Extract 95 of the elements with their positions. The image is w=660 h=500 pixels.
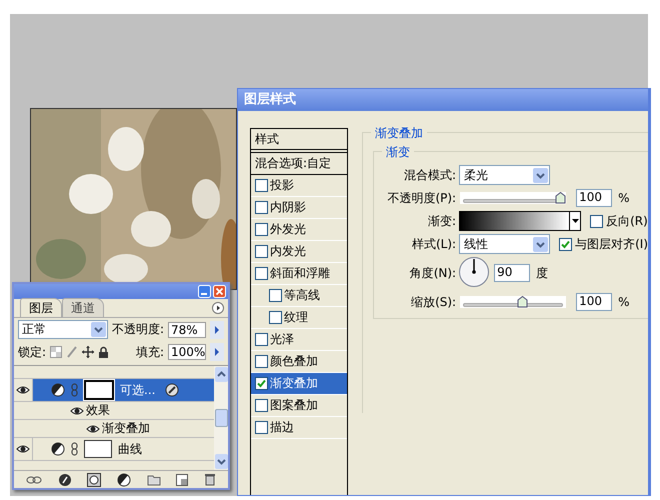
chain-icon xyxy=(71,383,78,397)
dropdown[interactable]: 柔光 xyxy=(459,165,550,185)
effect-name: 效果 xyxy=(86,402,110,419)
checkbox[interactable] xyxy=(255,333,268,346)
flyout-arrow-button[interactable] xyxy=(210,343,224,361)
eye-icon[interactable] xyxy=(16,443,30,455)
slider[interactable] xyxy=(460,192,566,204)
fill-field[interactable]: 100% xyxy=(168,344,206,360)
unit-label: 度 xyxy=(536,264,548,282)
fill-label: 填充: xyxy=(136,344,164,360)
field-label: 缩放(S): xyxy=(410,294,456,310)
close-button[interactable] xyxy=(213,285,226,298)
eye-icon[interactable] xyxy=(16,384,30,396)
checkbox[interactable] xyxy=(255,399,268,412)
slider[interactable] xyxy=(460,296,566,308)
opacity-field[interactable]: 78% xyxy=(168,322,206,338)
list-item[interactable]: 内阴影 xyxy=(251,197,348,219)
list-item[interactable]: 斜面和浮雕 xyxy=(251,263,348,285)
scroll-down-button[interactable] xyxy=(214,454,228,469)
link-icon[interactable] xyxy=(26,474,42,486)
field-label: 混合模式: xyxy=(403,166,456,184)
layer-row[interactable]: 效果 xyxy=(14,402,214,420)
menu-icon[interactable] xyxy=(212,302,224,314)
eye-icon[interactable] xyxy=(70,404,84,416)
field-label: 角度(N): xyxy=(408,264,456,282)
checkbox[interactable] xyxy=(255,421,268,434)
field-label: 不透明度(P): xyxy=(386,190,456,206)
lock-transparency-icon[interactable] xyxy=(50,346,62,358)
flyout-arrow-button[interactable] xyxy=(210,320,224,338)
checkbox[interactable] xyxy=(255,223,268,236)
mask-thumbnail xyxy=(84,440,112,458)
lock-icon[interactable] xyxy=(98,346,110,358)
trash-icon[interactable] xyxy=(204,473,216,486)
value-field[interactable]: 100 xyxy=(576,293,612,311)
mask-icon[interactable] xyxy=(87,472,102,486)
list-item[interactable]: 等高线 xyxy=(251,285,348,307)
checkbox[interactable] xyxy=(255,377,268,390)
value-field[interactable]: 90 xyxy=(494,264,530,282)
list-item[interactable]: 外发光 xyxy=(251,219,348,241)
lock-label: 锁定: xyxy=(18,344,46,360)
adjustment-icon xyxy=(51,383,65,397)
checkbox[interactable] xyxy=(559,238,572,250)
scroll-thumb[interactable] xyxy=(214,409,228,427)
angle-dial[interactable] xyxy=(459,257,492,289)
list-item[interactable]: 内发光 xyxy=(251,241,348,263)
list-item[interactable]: 渐变叠加 xyxy=(251,373,348,395)
checkbox-label: 反向(R) xyxy=(606,212,648,230)
unit-label: % xyxy=(618,191,630,205)
adjustment-icon xyxy=(51,442,65,456)
dropdown[interactable]: 线性 xyxy=(459,234,550,254)
field-label: 渐变: xyxy=(427,212,456,230)
checkbox[interactable] xyxy=(269,289,282,302)
scroll-up-button[interactable] xyxy=(214,367,228,382)
checkbox[interactable] xyxy=(255,201,268,214)
list-item[interactable]: 纹理 xyxy=(251,307,348,329)
checkbox-label: 与图层对齐(I) xyxy=(575,236,648,252)
field-label: 样式(L): xyxy=(411,236,456,252)
chain-icon xyxy=(71,442,78,456)
layer-row[interactable]: 可选... xyxy=(14,379,214,402)
layer-name: 曲线 xyxy=(118,440,142,458)
layer-row[interactable]: 曲线 xyxy=(14,438,214,461)
layer-name: 可选... xyxy=(120,382,156,398)
effect-name: 渐变叠加 xyxy=(102,420,150,437)
scrollbar[interactable] xyxy=(214,366,228,470)
list-item[interactable]: 投影 xyxy=(251,175,348,197)
list-header: 样式 xyxy=(251,129,348,153)
checkbox[interactable] xyxy=(255,245,268,258)
opacity-label: 不透明度: xyxy=(112,321,164,338)
gradient-picker[interactable] xyxy=(459,211,582,231)
eye-icon[interactable] xyxy=(86,422,100,434)
checkbox[interactable] xyxy=(255,267,268,280)
list-item[interactable]: 图案叠加 xyxy=(251,395,348,417)
checkbox[interactable] xyxy=(590,214,604,228)
move-icon[interactable] xyxy=(82,346,94,358)
list-item[interactable]: 光泽 xyxy=(251,329,348,351)
list-item[interactable]: 描边 xyxy=(251,417,348,439)
dropdown-arrow-icon xyxy=(572,219,579,223)
unit-label: % xyxy=(618,295,630,309)
value-field[interactable]: 100 xyxy=(576,189,612,207)
adjustment-icon[interactable] xyxy=(116,472,131,486)
effects-icon[interactable] xyxy=(58,472,72,486)
checkbox[interactable] xyxy=(269,311,282,324)
mask-thumbnail xyxy=(84,380,114,400)
checkbox[interactable] xyxy=(255,355,268,368)
dialog-title: 图层样式 xyxy=(238,89,648,111)
folder-icon[interactable] xyxy=(146,474,161,486)
list-item[interactable]: 混合选项:自定 xyxy=(251,153,348,175)
panel-tab[interactable]: 通道 xyxy=(62,298,104,317)
panel-tab[interactable]: 图层 xyxy=(20,298,62,317)
slider-thumb[interactable] xyxy=(517,296,528,308)
blend-mode-dropdown[interactable]: 正常 xyxy=(18,320,108,339)
new-layer-icon[interactable] xyxy=(176,474,188,486)
checkbox[interactable] xyxy=(255,179,268,192)
slider-thumb[interactable] xyxy=(555,192,566,204)
minimize-button[interactable] xyxy=(198,285,211,298)
